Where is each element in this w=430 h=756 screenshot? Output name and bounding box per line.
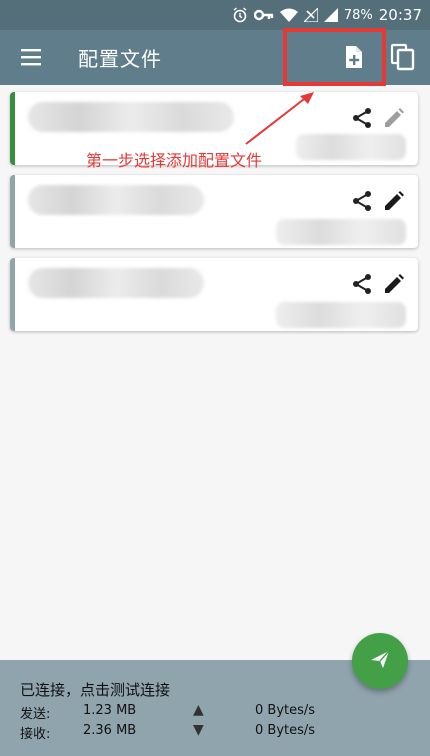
share-icon[interactable] <box>350 106 374 130</box>
download-speed: 0 Bytes/s <box>255 723 316 738</box>
profile-detail-redacted <box>276 219 406 245</box>
download-arrow-icon: ▼ <box>193 722 204 738</box>
wifi-icon <box>279 8 298 22</box>
profile-card[interactable] <box>10 175 418 248</box>
key-icon <box>253 8 274 22</box>
inactive-indicator <box>10 175 15 248</box>
highlight-box <box>283 28 386 86</box>
hamburger-menu-icon[interactable] <box>20 46 42 68</box>
upload-speed: 0 Bytes/s <box>255 703 316 718</box>
sent-label: 发送: <box>20 707 51 722</box>
annotation-arrow <box>245 92 314 145</box>
signal-off-icon <box>303 8 318 22</box>
sent-value: 1.23 MB <box>83 703 137 718</box>
profile-name-redacted <box>28 185 204 215</box>
alarm-icon <box>232 7 248 23</box>
clock: 20:37 <box>378 6 422 24</box>
received-value: 2.36 MB <box>83 723 137 738</box>
profile-card[interactable] <box>10 258 418 331</box>
profile-name-redacted <box>28 102 234 132</box>
profile-detail-redacted <box>276 302 406 328</box>
copy-icon[interactable] <box>389 42 417 72</box>
connect-fab-button[interactable] <box>352 633 408 689</box>
send-icon <box>369 648 391 674</box>
connection-status-text[interactable]: 已连接，点击测试连接 <box>20 679 170 700</box>
edit-icon[interactable] <box>382 106 406 130</box>
status-bar: 78% 20:37 <box>0 0 430 30</box>
inactive-indicator <box>10 258 15 331</box>
page-title: 配置文件 <box>78 47 162 71</box>
active-indicator <box>10 92 15 165</box>
edit-icon[interactable] <box>382 189 406 213</box>
received-label: 接收: <box>20 727 51 742</box>
upload-arrow-icon: ▲ <box>193 702 204 718</box>
share-icon[interactable] <box>350 189 374 213</box>
battery-level: 78% <box>343 7 373 23</box>
edit-icon[interactable] <box>382 272 406 296</box>
profile-name-redacted <box>28 268 204 298</box>
annotation-text: 第一步选择添加配置文件 <box>86 151 263 170</box>
share-icon[interactable] <box>350 272 374 296</box>
signal-icon <box>323 8 338 22</box>
